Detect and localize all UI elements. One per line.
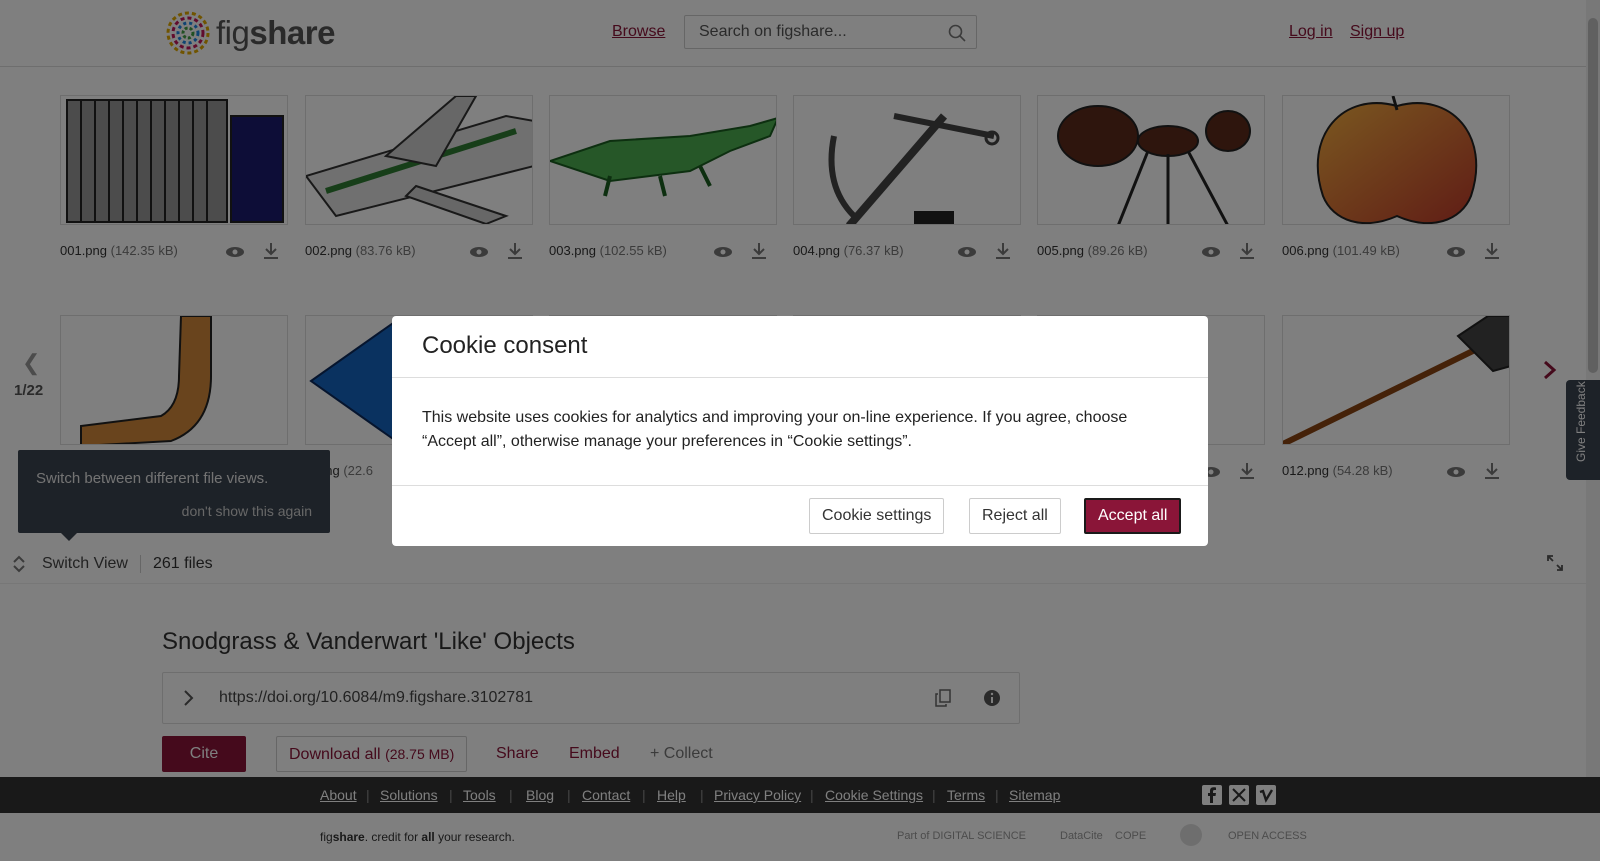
dialog-body: This website uses cookies for analytics … — [422, 409, 1128, 450]
divider — [392, 485, 1208, 486]
cookie-consent-dialog: Cookie consent This website uses cookies… — [392, 316, 1208, 546]
reject-all-button[interactable]: Reject all — [969, 498, 1061, 534]
cookie-settings-button[interactable]: Cookie settings — [809, 498, 945, 534]
divider — [392, 377, 1208, 378]
accept-all-button[interactable]: Accept all — [1084, 498, 1182, 534]
dialog-title: Cookie consent — [422, 332, 588, 359]
